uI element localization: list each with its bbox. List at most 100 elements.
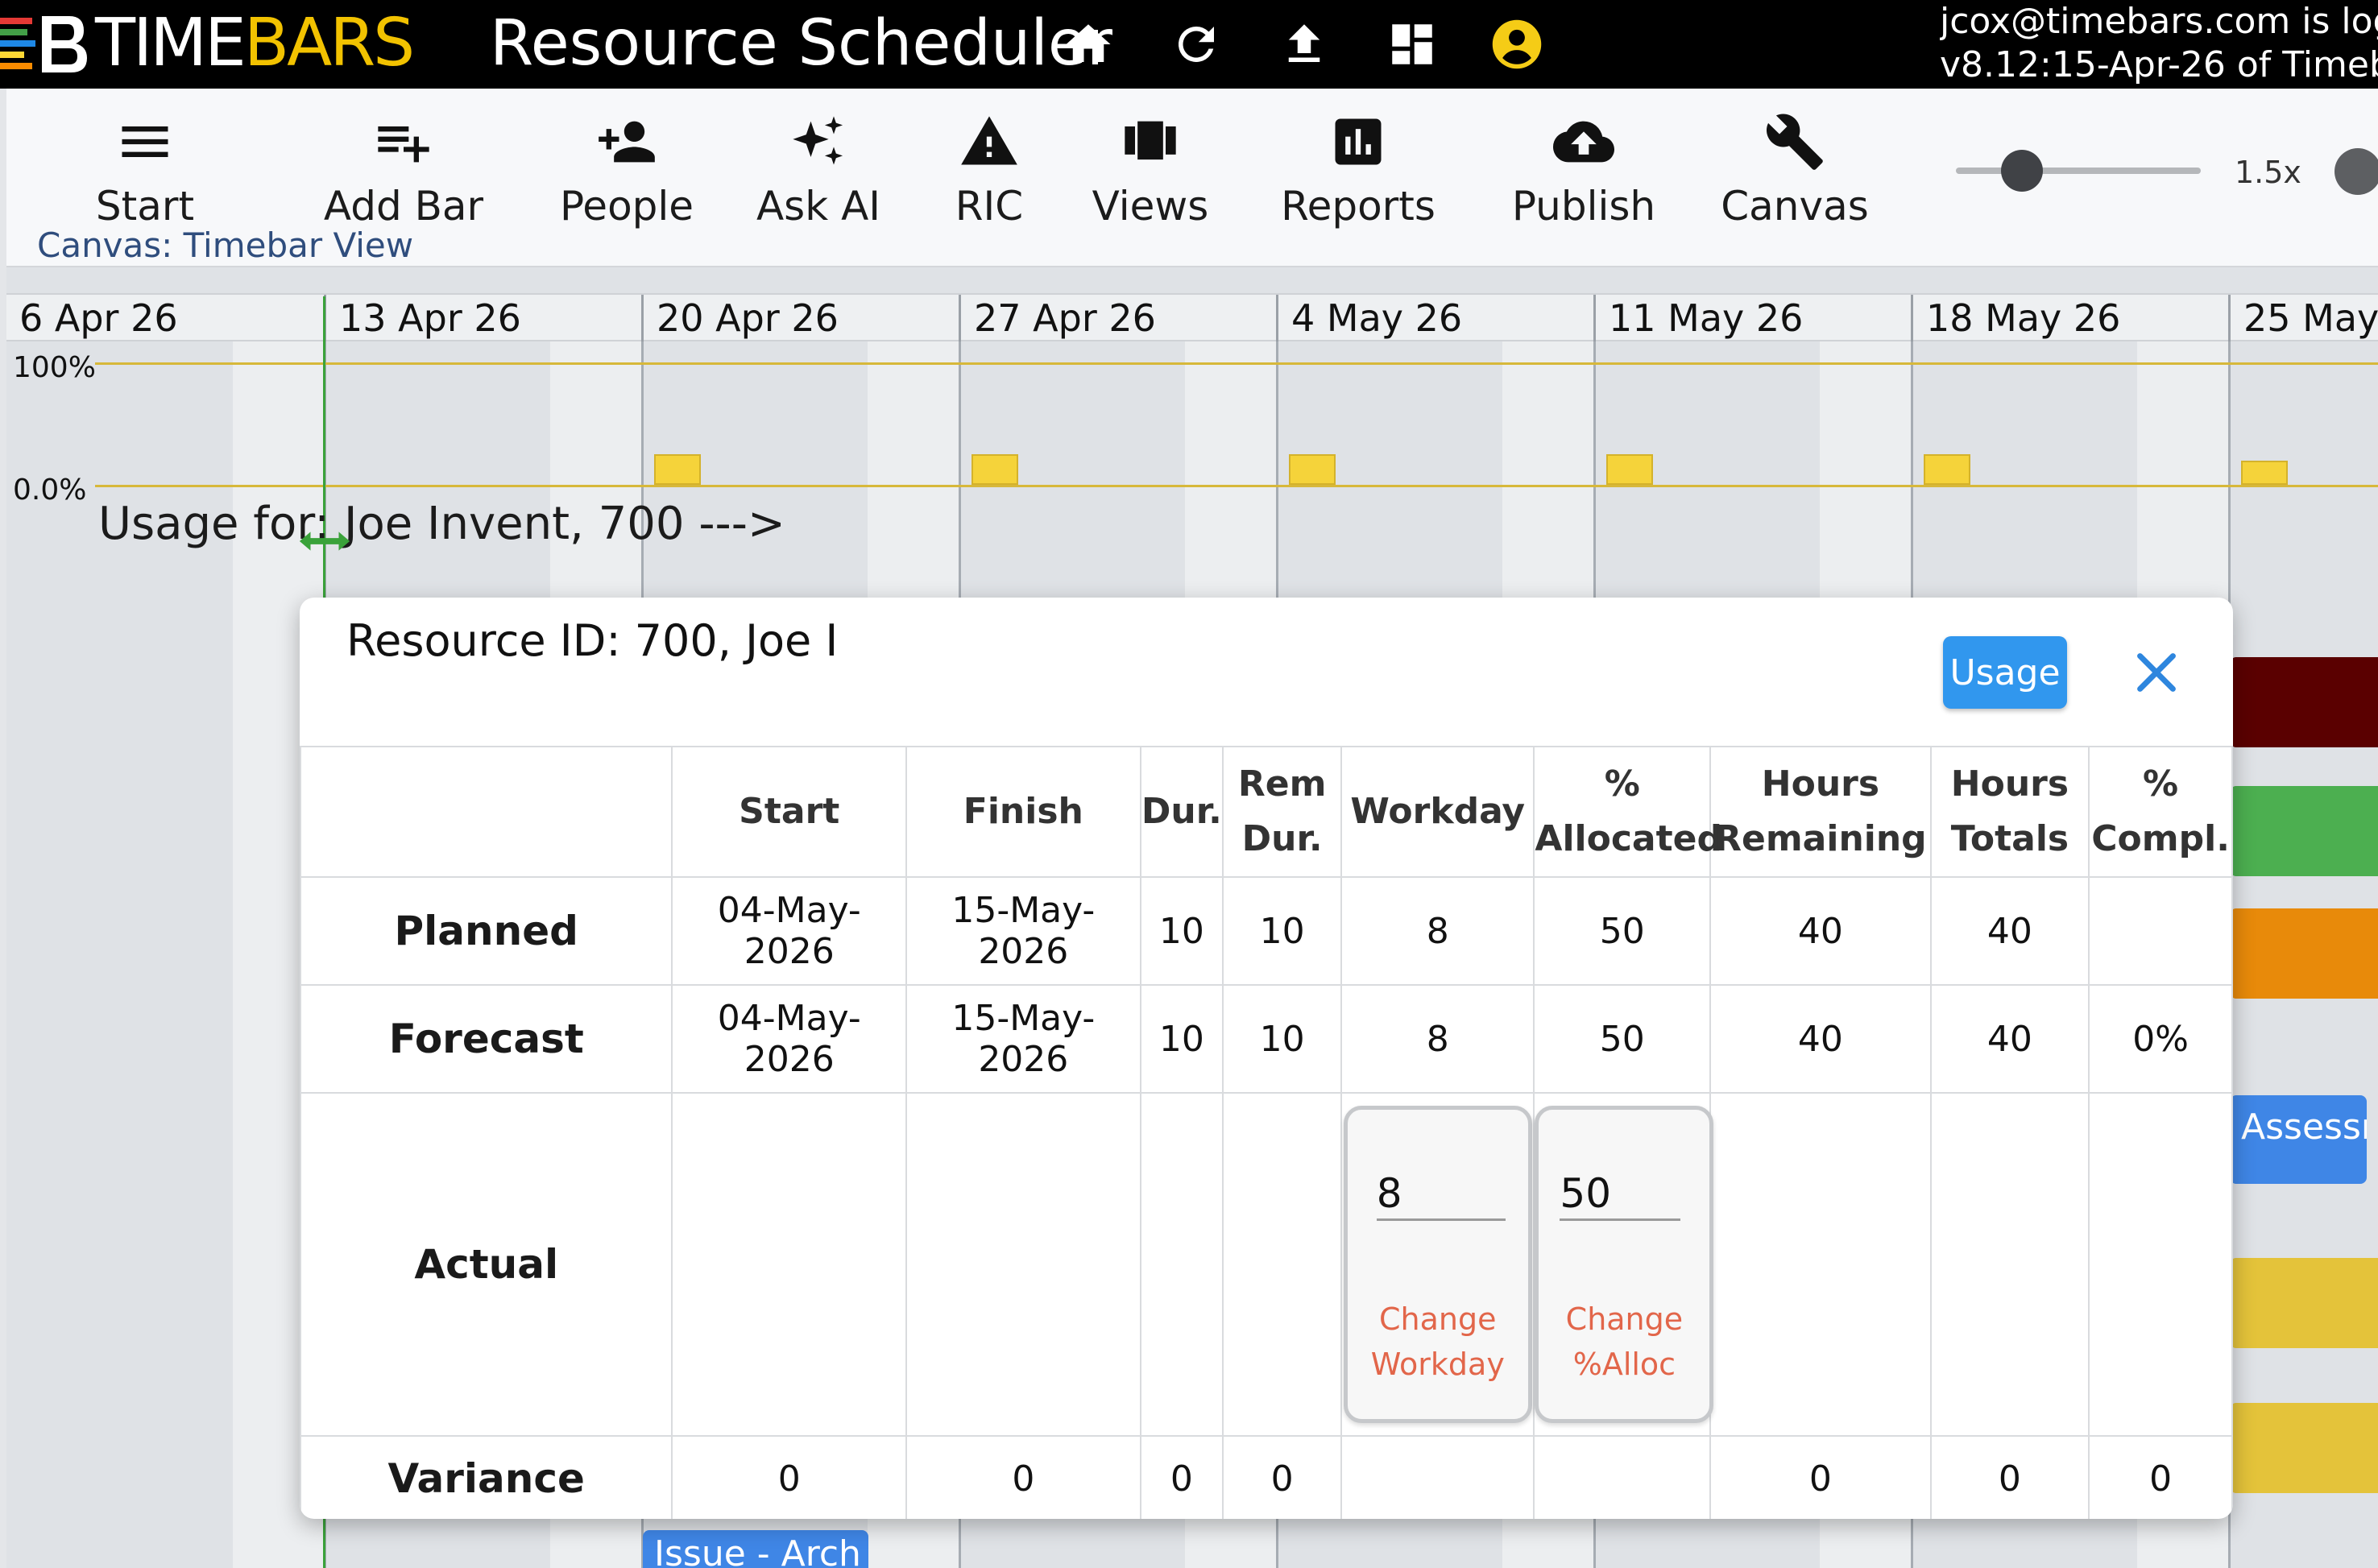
- forecast-workday: 8: [1340, 984, 1535, 1094]
- variance-start: 0: [671, 1435, 908, 1519]
- workday-edit-card[interactable]: Change Workday: [1343, 1106, 1532, 1423]
- close-icon[interactable]: [2128, 644, 2185, 701]
- header-finish: Finish: [905, 746, 1141, 878]
- workday-hint: Change Workday: [1348, 1297, 1528, 1387]
- zoom-slider-handle[interactable]: [2001, 150, 2044, 192]
- actual-row: Actual Change Workday Change %Alloc: [300, 1092, 2233, 1437]
- resize-horizontal-icon[interactable]: [296, 527, 353, 556]
- actual-workday-cell: Change Workday: [1340, 1092, 1535, 1437]
- timebar-assessment[interactable]: Assessm: [2230, 1095, 2367, 1184]
- variance-label: Variance: [300, 1435, 673, 1519]
- timebar-task-4[interactable]: [2230, 1258, 2378, 1348]
- dialog-title: Resource ID: 700, Joe I: [346, 615, 839, 666]
- account-icon[interactable]: [1490, 18, 1543, 71]
- rem-dur-line2: Dur.: [1241, 818, 1323, 859]
- views-button[interactable]: Views: [1078, 111, 1223, 240]
- reports-button[interactable]: Reports: [1270, 111, 1447, 240]
- planned-remaining-duration: 10: [1222, 876, 1343, 986]
- forecast-remaining-duration: 10: [1222, 984, 1343, 1094]
- alloc-line1: %: [1604, 763, 1640, 805]
- variance-hours-remaining: 0: [1709, 1435, 1932, 1519]
- planned-start: 04-May-2026: [671, 876, 908, 986]
- brand-time: TIME: [95, 5, 246, 81]
- header-remaining-duration: Rem Dur.: [1222, 746, 1343, 878]
- dashboard-icon[interactable]: [1386, 18, 1439, 71]
- actual-percent-complete: [2088, 1092, 2233, 1437]
- actual-duration: [1139, 1092, 1224, 1437]
- start-button[interactable]: Start: [64, 111, 226, 240]
- usage-bar: [1924, 454, 1970, 485]
- zoom-value: 1.5x: [2235, 155, 2301, 190]
- brand-name: TIMEBARS: [95, 5, 415, 82]
- planned-label: Planned: [300, 876, 673, 986]
- planned-hours-remaining: 40: [1709, 876, 1932, 986]
- timebar-task-3[interactable]: [2230, 908, 2378, 999]
- workday-hint-line1: Change: [1379, 1301, 1497, 1337]
- secondary-slider-handle[interactable]: [2334, 148, 2378, 195]
- timebar-task-1[interactable]: [2230, 657, 2378, 747]
- planned-percent-complete: [2088, 876, 2233, 986]
- header-workday: Workday: [1340, 746, 1535, 878]
- planned-workday: 8: [1340, 876, 1535, 986]
- rem-dur-line1: Rem: [1237, 763, 1327, 805]
- forecast-label: Forecast: [300, 984, 673, 1094]
- timebar-task-5[interactable]: [2230, 1403, 2378, 1493]
- date-header: 6 Apr 26 13 Apr 26 20 Apr 26 27 Apr 26 4 May…: [6, 293, 2378, 341]
- header-hours-remaining: Hours Remaining: [1709, 746, 1932, 878]
- usage-caption: Usage for: Joe Invent, 700 --->: [98, 498, 785, 550]
- header-percent-complete: % Compl.: [2088, 746, 2233, 878]
- usage-bar: [2241, 461, 2288, 485]
- planned-row: Planned 04-May-2026 15-May-2026 10 10 8 …: [300, 876, 2233, 986]
- alloc-input[interactable]: [1560, 1168, 1681, 1221]
- variance-remaining-duration: 0: [1222, 1435, 1343, 1519]
- warning-icon: [961, 116, 1017, 165]
- planned-hours-totals: 40: [1929, 876, 2090, 986]
- hrs-tot-line1: Hours: [1950, 763, 2069, 805]
- usage-button[interactable]: Usage: [1943, 636, 2067, 709]
- canvas-label: Canvas: [1721, 183, 1869, 230]
- alloc-edit-card[interactable]: Change %Alloc: [1535, 1106, 1714, 1423]
- planned-allocated: 50: [1533, 876, 1712, 986]
- hrs-rem-line2: Remaining: [1714, 818, 1927, 859]
- actual-remaining-duration: [1222, 1092, 1343, 1437]
- user-login-text: jcox@timebars.com is logged in: [1940, 1, 2378, 42]
- alloc-hint: Change %Alloc: [1539, 1297, 1709, 1387]
- header-start: Start: [671, 746, 908, 878]
- start-label: Start: [95, 183, 195, 230]
- alloc-hint-line2: %Alloc: [1572, 1347, 1676, 1382]
- zoom-slider-track[interactable]: [1956, 168, 2201, 174]
- forecast-start: 04-May-2026: [671, 984, 908, 1094]
- date-header-cell: 27 Apr 26: [959, 295, 1276, 341]
- compl-line2: Compl.: [2091, 818, 2230, 859]
- workday-input[interactable]: [1376, 1168, 1506, 1221]
- resource-usage-table: Start Finish Dur. Rem Dur. Workday % Alloc…: [300, 746, 2233, 1519]
- forecast-hours-remaining: 40: [1709, 984, 1932, 1094]
- issue-bar-label: Issue - Arch: [654, 1533, 861, 1568]
- date-header-cell: 20 Apr 26: [641, 295, 959, 341]
- variance-row: Variance 0 0 0 0 0 0 0: [300, 1435, 2233, 1519]
- hrs-rem-line1: Hours: [1761, 763, 1880, 805]
- table-header-row: Start Finish Dur. Rem Dur. Workday % Alloc…: [300, 746, 2233, 878]
- ric-button[interactable]: RIC: [933, 111, 1046, 240]
- canvas-button[interactable]: Canvas: [1714, 111, 1875, 240]
- people-button[interactable]: People: [538, 111, 715, 240]
- timebar-issue-arch[interactable]: Issue - Arch: [643, 1530, 868, 1568]
- ask-ai-button[interactable]: Ask AI: [746, 111, 891, 240]
- refresh-icon[interactable]: [1170, 18, 1223, 71]
- publish-button[interactable]: Publish: [1495, 111, 1672, 240]
- assessment-bar-label: Assessm: [2241, 1107, 2367, 1148]
- add-bar-button[interactable]: Add Bar: [311, 111, 496, 240]
- timebar-task-2[interactable]: [2230, 786, 2378, 876]
- ask-ai-label: Ask AI: [756, 183, 881, 230]
- upload-icon[interactable]: [1278, 18, 1331, 71]
- actual-finish: [905, 1092, 1141, 1437]
- compl-line1: %: [2143, 763, 2179, 805]
- home-icon[interactable]: [1062, 18, 1115, 71]
- usage-max-line: [95, 362, 2378, 365]
- forecast-duration: 10: [1139, 984, 1224, 1094]
- usage-bar: [654, 454, 701, 485]
- alloc-line2: Allocated: [1535, 818, 1722, 859]
- usage-bar: [1606, 454, 1653, 485]
- variance-workday: [1340, 1435, 1535, 1519]
- header-duration: Dur.: [1139, 746, 1224, 878]
